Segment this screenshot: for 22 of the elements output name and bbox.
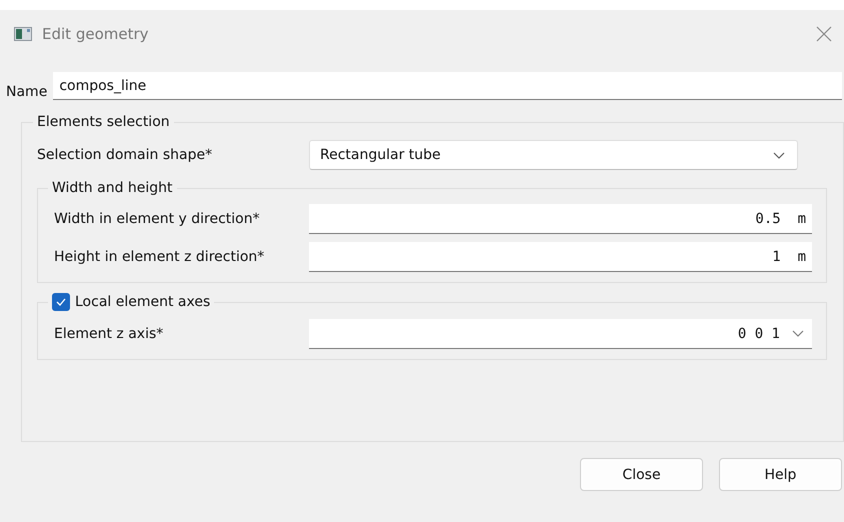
number-field[interactable]: 0.5 m bbox=[309, 204, 812, 234]
name-label: Name bbox=[6, 84, 48, 100]
name-field[interactable]: compos_line bbox=[53, 72, 842, 100]
group-title: Width and height bbox=[51, 180, 174, 196]
checkbox[interactable] bbox=[52, 293, 70, 311]
number-field[interactable]: 1 m bbox=[309, 242, 812, 272]
shape-dropdown[interactable]: Rectangular tube bbox=[309, 140, 798, 170]
dialog-button[interactable]: Help bbox=[719, 458, 842, 491]
close-icon[interactable] bbox=[816, 26, 832, 42]
dialog-button[interactable]: Close bbox=[580, 458, 703, 491]
checkbox-label: Local element axes bbox=[75, 294, 210, 310]
window-title: Edit geometry bbox=[42, 25, 150, 43]
check-icon bbox=[56, 298, 66, 306]
field-label: Width in element y direction* bbox=[54, 211, 261, 227]
chevron-down-icon bbox=[792, 330, 804, 337]
field-label: Height in element z direction* bbox=[54, 249, 266, 265]
field-label: Element z axis* bbox=[54, 326, 164, 342]
chevron-down-icon bbox=[773, 152, 785, 158]
axis-dropdown[interactable]: 0 0 1 bbox=[309, 319, 812, 349]
group-title: Elements selection bbox=[36, 114, 171, 130]
field-label: Selection domain shape* bbox=[37, 147, 214, 163]
window-icon bbox=[14, 27, 32, 41]
